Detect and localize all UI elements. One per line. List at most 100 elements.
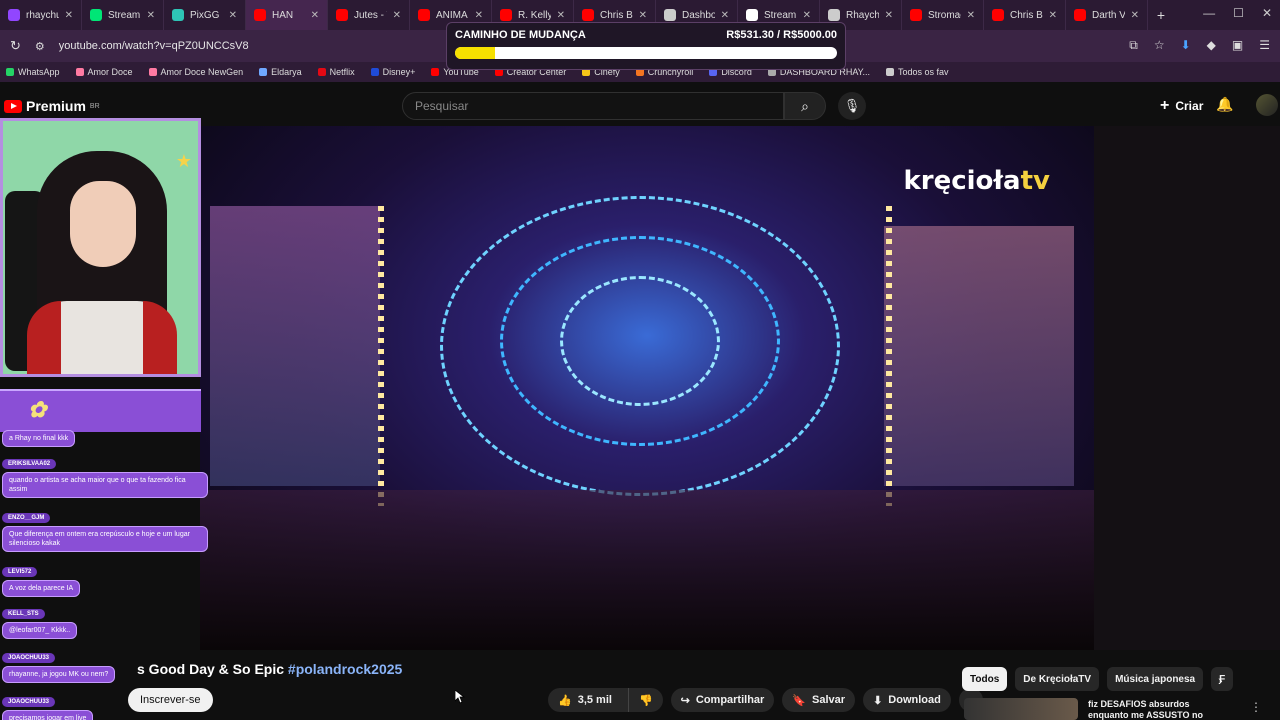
tab-close-icon[interactable]: ✕ [1131,10,1139,21]
tab-label: StreamE [764,9,797,21]
recommended-video[interactable]: fiz DESAFIOS absurdos enquanto me ASSUST… [964,698,1274,720]
share-button[interactable]: ↪ Compartilhar [670,688,775,712]
minimize-icon[interactable]: — [1203,6,1215,20]
bookmark-favicon-icon [317,68,326,76]
like-button[interactable]: 👍 3,5 mil [548,688,622,712]
url-text[interactable]: youtube.com/watch?v=qPZ0UNCCsV8 [59,40,249,52]
donation-goal-widget: CAMINHO DE MUDANÇA R$531.30 / R$5000.00 [446,22,846,70]
chat-text: @leofar007_ Kkkk.. [2,622,78,639]
tab-favicon-icon [746,9,758,21]
browser-tab[interactable]: Stream ✕ [82,0,164,30]
tab-close-icon[interactable]: ✕ [885,10,893,21]
new-tab-button[interactable]: + [1148,7,1174,23]
browser-tab[interactable]: Jutes - T ✕ [328,0,410,30]
youtube-logo[interactable]: Premium BR [4,98,100,114]
tab-favicon-icon [172,9,184,21]
subscribe-button[interactable]: Inscrever-se [128,688,213,712]
video-player[interactable]: kręciołatv [200,126,1094,650]
tab-close-icon[interactable]: ✕ [1049,10,1057,21]
video-title-text: s Good Day & So Epic [137,661,285,677]
channel-watermark: kręciołatv [903,166,1050,196]
youtube-play-icon [4,99,22,113]
tab-close-icon[interactable]: ✕ [967,10,975,21]
chat-message: a Rhay no final kkk [2,428,76,447]
video-hashtag[interactable]: #polandrock2025 [288,661,402,677]
region-code: BR [89,102,100,110]
like-count: 3,5 mil [577,694,612,706]
chips-next-icon[interactable]: › [1218,672,1223,688]
filter-chip[interactable]: De KręciołaTV [1015,667,1100,691]
tab-close-icon[interactable]: ✕ [803,10,811,21]
browser-tab[interactable]: Darth V ✕ [1066,0,1148,30]
recommended-thumbnail[interactable] [964,698,1078,720]
tab-favicon-icon [664,9,676,21]
maximize-icon[interactable]: ☐ [1233,6,1244,20]
download-icon[interactable]: ⬇ [1181,38,1191,53]
recommended-title[interactable]: fiz DESAFIOS absurdos enquanto me ASSUST… [1088,699,1218,720]
tab-close-icon[interactable]: ✕ [311,10,319,21]
chat-text: rhayanne, ja jogou MK ou nem? [2,666,116,683]
chat-username: KELL_STS [2,609,45,619]
thumbs-up-icon: 👍 [558,694,572,707]
tab-label: R. Kelly [518,9,551,21]
install-icon[interactable]: ⧉ [1129,38,1138,53]
chat-message: ERIKSILVAA02 quando o artista se acha mai… [2,452,208,498]
bookmark-item[interactable]: Eldarya [259,67,302,77]
browser-tab[interactable]: rhaychu ✕ [0,0,82,30]
bookmark-favicon-icon [370,68,379,76]
browser-tab[interactable]: HAN ✕ [246,0,328,30]
site-info-icon[interactable]: ⚙ [35,40,45,53]
voice-search-button[interactable]: 🎙 [838,92,866,120]
goal-progress-bar [455,47,837,59]
create-label: Criar [1175,99,1204,113]
bookmark-item[interactable]: Netflix [317,67,355,77]
streamer-webcam: ★ [0,118,201,377]
video-actions: 👍 3,5 mil 👎 ↪ Compartilhar 🔖 Salvar ⬇ Do… [548,688,983,712]
filter-chip[interactable]: Música japonesa [1107,667,1204,691]
watermark-tv: tv [1020,166,1050,196]
save-button[interactable]: 🔖 Salvar [782,688,856,712]
extensions-puzzle-icon[interactable]: ▣ [1232,38,1243,53]
tab-close-icon[interactable]: ✕ [229,10,237,21]
chat-message: KELL_STS @leofar007_ Kkkk.. [2,602,78,639]
chat-message: JOAOCHUU33 precisamos jogar em live [2,690,94,720]
bookmark-item[interactable]: WhatsApp [6,67,60,77]
tab-close-icon[interactable]: ✕ [393,10,401,21]
download-button[interactable]: ⬇ Download [863,688,951,712]
tab-label: Stromae [928,9,961,21]
create-button[interactable]: + Criar [1148,92,1215,120]
tab-close-icon[interactable]: ✕ [639,10,647,21]
extension-icon[interactable]: ◆ [1207,38,1216,53]
chat-username: ENZO__GJM [2,513,51,523]
chat-text: precisamos jogar em live [2,710,94,720]
tab-close-icon[interactable]: ✕ [721,10,729,21]
reload-icon[interactable]: ↻ [10,38,21,54]
tab-label: Stream [108,9,141,21]
close-window-icon[interactable]: ✕ [1262,6,1272,20]
tab-favicon-icon [418,9,430,21]
bookmark-item[interactable]: Amor Doce [75,67,133,77]
tab-close-icon[interactable]: ✕ [147,10,155,21]
recommendation-chips: Todos De KręciołaTV Música japonesa F [962,667,1234,691]
browser-tab[interactable]: Chris Br ✕ [984,0,1066,30]
bookmark-item[interactable]: Todos os fav [886,67,949,77]
search-input[interactable]: Pesquisar [402,92,784,120]
filter-chip[interactable]: Todos [962,667,1008,691]
browser-tab[interactable]: PixGG ✕ [164,0,246,30]
bookmark-star-icon[interactable]: ☆ [1154,38,1165,53]
tab-close-icon[interactable]: ✕ [557,10,565,21]
account-avatar[interactable] [1256,94,1278,116]
tab-label: Darth V [1092,9,1125,21]
bookmark-item[interactable]: Disney+ [370,67,415,77]
thumbs-down-icon: 👎 [638,694,653,707]
tab-close-icon[interactable]: ✕ [65,10,73,21]
browser-tab[interactable]: Stromae ✕ [902,0,984,30]
bookmark-label: Amor Doce NewGen [160,67,244,77]
bookmark-item[interactable]: Amor Doce NewGen [148,67,244,77]
tab-close-icon[interactable]: ✕ [475,10,483,21]
search-button[interactable]: ⌕ [784,92,826,120]
recommended-menu-icon[interactable]: ⋮ [1250,700,1262,714]
notifications-bell-icon[interactable]: 🔔 [1216,96,1233,113]
dislike-button[interactable]: 👎 [627,688,663,712]
menu-icon[interactable]: ☰ [1259,38,1270,53]
